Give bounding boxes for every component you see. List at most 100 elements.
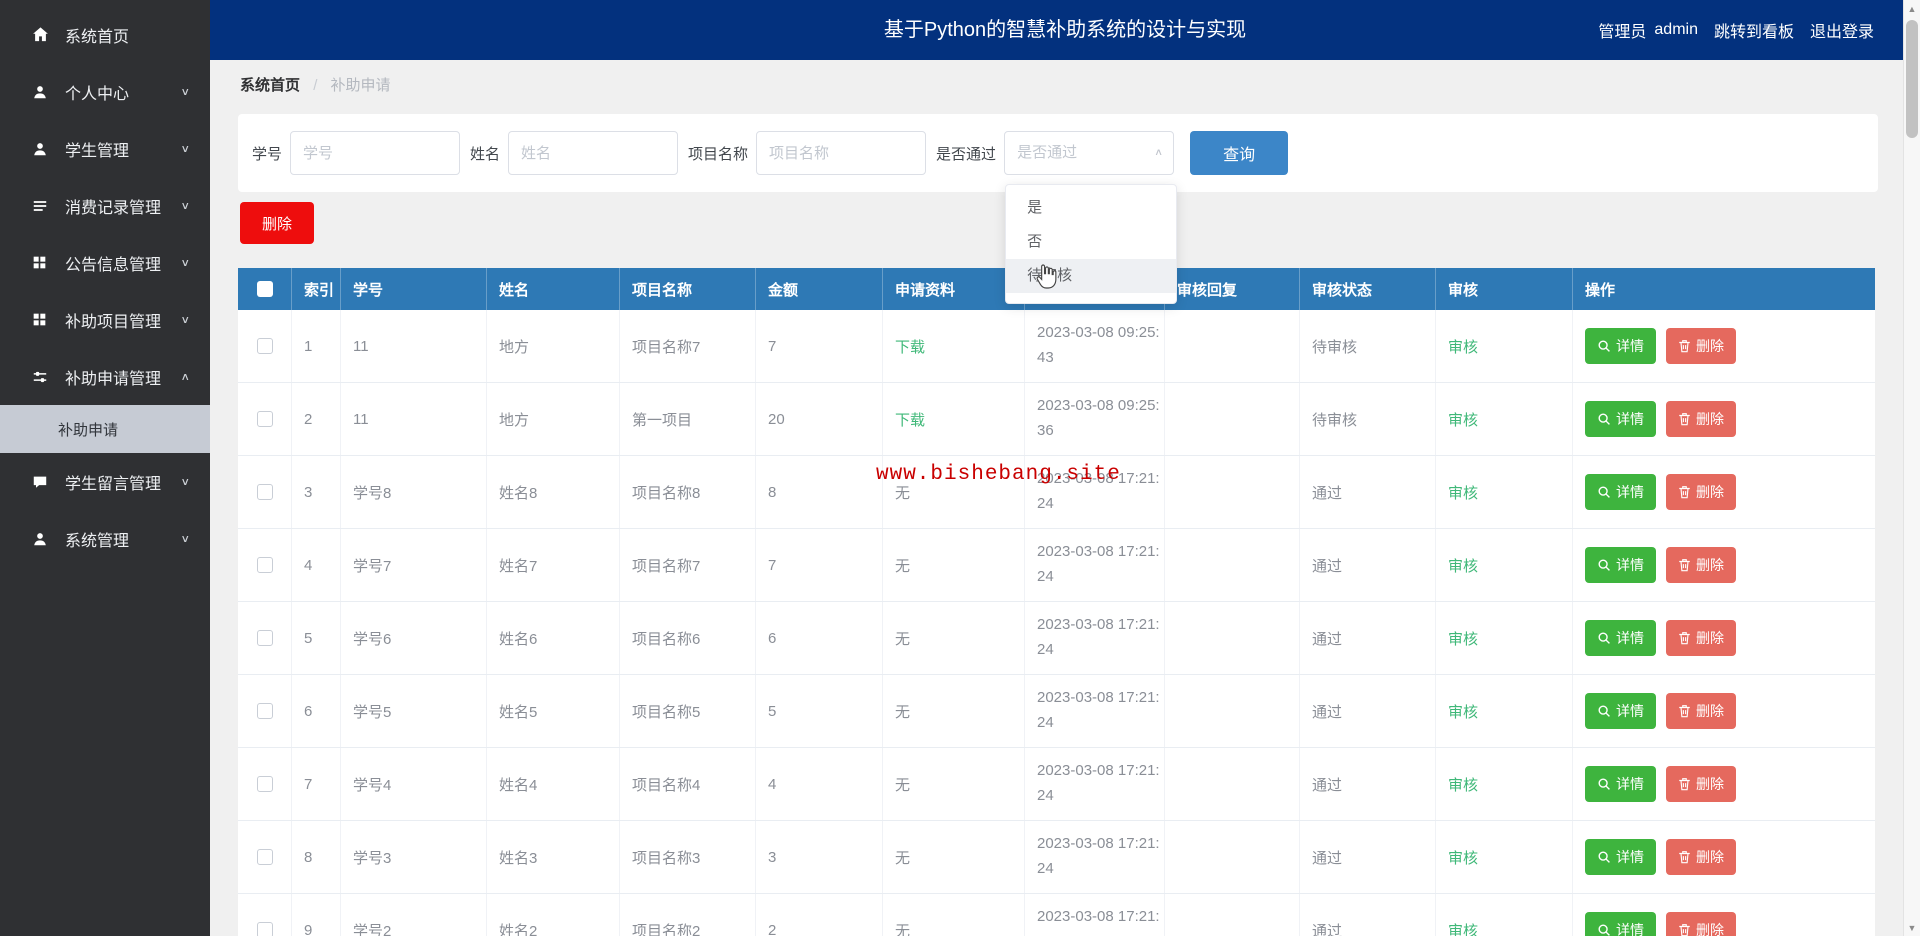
detail-button[interactable]: 详情 (1585, 693, 1656, 729)
scrollbar-thumb[interactable] (1906, 20, 1918, 138)
audit-link[interactable]: 审核 (1448, 847, 1478, 868)
row-checkbox[interactable] (256, 411, 273, 427)
download-link[interactable]: 下载 (895, 336, 925, 357)
detail-button[interactable]: 详情 (1585, 620, 1656, 656)
row-delete-button[interactable]: 删除 (1666, 912, 1736, 936)
audit-link[interactable]: 审核 (1448, 920, 1478, 936)
bulk-delete-button[interactable]: 删除 (240, 202, 315, 244)
audit-link[interactable]: 审核 (1448, 409, 1478, 430)
row-delete-button[interactable]: 删除 (1666, 693, 1736, 729)
cell-operations: 详情 删除 (1573, 821, 1875, 893)
cell-operations: 详情 删除 (1573, 529, 1875, 601)
row-delete-button[interactable]: 删除 (1666, 328, 1736, 364)
detail-button-label: 详情 (1616, 703, 1644, 719)
breadcrumb-home[interactable]: 系统首页 (240, 77, 300, 94)
chevron-up-icon: ∧ (1154, 146, 1164, 158)
row-delete-button[interactable]: 删除 (1666, 474, 1736, 510)
detail-button[interactable]: 详情 (1585, 839, 1656, 875)
audit-link[interactable]: 审核 (1448, 774, 1478, 795)
audit-link[interactable]: 审核 (1448, 336, 1478, 357)
sidebar-item-label: 系统管理 (65, 532, 130, 550)
delete-button-label: 删除 (1696, 849, 1724, 865)
row-delete-button[interactable]: 删除 (1666, 839, 1736, 875)
sidebar-item[interactable]: 个人中心 ∨ (0, 63, 210, 120)
detail-button[interactable]: 详情 (1585, 401, 1656, 437)
dropdown-option[interactable]: 是 (1006, 191, 1176, 225)
cell-student-no: 学号5 (341, 675, 487, 747)
row-delete-button[interactable]: 删除 (1666, 620, 1736, 656)
detail-button[interactable]: 详情 (1585, 912, 1656, 936)
scrollbar[interactable]: ▲ ▼ (1903, 0, 1920, 936)
detail-button[interactable]: 详情 (1585, 766, 1656, 802)
sidebar-item[interactable]: 学生留言管理 ∨ (0, 453, 210, 510)
detail-button[interactable]: 详情 (1585, 547, 1656, 583)
cell-project: 项目名称2 (620, 894, 756, 936)
logout-link[interactable]: 退出登录 (1810, 18, 1874, 42)
audit-link[interactable]: 审核 (1448, 482, 1478, 503)
row-checkbox[interactable] (256, 338, 273, 354)
detail-button[interactable]: 详情 (1585, 474, 1656, 510)
cell-project: 第一项目 (620, 383, 756, 455)
detail-button-label: 详情 (1616, 776, 1644, 792)
sidebar-item[interactable]: 系统首页 (0, 6, 210, 63)
row-checkbox[interactable] (256, 922, 273, 936)
student-no-input[interactable] (290, 131, 461, 175)
cell-name: 姓名7 (487, 529, 620, 601)
column-header: 姓名 (487, 268, 620, 310)
pass-status-select[interactable]: 是否通过 ∧ 是否待审核 (1004, 131, 1178, 304)
detail-button[interactable]: 详情 (1585, 328, 1656, 364)
row-checkbox[interactable] (256, 776, 273, 792)
dropdown-option[interactable]: 待审核 (1006, 259, 1177, 293)
sidebar-item[interactable]: 学生管理 ∨ (0, 120, 210, 177)
scroll-up-arrow[interactable]: ▲ (1904, 0, 1920, 17)
name-input[interactable] (508, 131, 679, 175)
search-button[interactable]: 查询 (1190, 131, 1289, 175)
scroll-down-arrow[interactable]: ▼ (1904, 919, 1920, 936)
magnifier-icon (1598, 924, 1610, 936)
row-delete-button[interactable]: 删除 (1666, 547, 1736, 583)
cell-apply-time: 2023-03-08 17:21:24 (1025, 821, 1165, 893)
select-all-checkbox[interactable] (256, 281, 273, 297)
audit-link[interactable]: 审核 (1448, 555, 1478, 576)
cell-project: 项目名称7 (620, 310, 756, 382)
chevron-down-icon: ∨ (180, 85, 190, 98)
cell-index: 4 (292, 529, 341, 601)
cell-review-status: 待审核 (1300, 383, 1436, 455)
audit-link[interactable]: 审核 (1448, 701, 1478, 722)
row-checkbox[interactable] (256, 630, 273, 646)
row-checkbox[interactable] (256, 703, 273, 719)
row-delete-button[interactable]: 删除 (1666, 766, 1736, 802)
download-link[interactable]: 下载 (895, 409, 925, 430)
detail-button-label: 详情 (1616, 338, 1644, 354)
mouse-cursor (1034, 263, 1057, 295)
sidebar-item[interactable]: 公告信息管理 ∨ (0, 234, 210, 291)
detail-button-label: 详情 (1616, 849, 1644, 865)
audit-link[interactable]: 审核 (1448, 628, 1478, 649)
cell-student-no: 11 (341, 310, 487, 382)
cell-apply-time: 2023-03-08 17:21:24 (1025, 602, 1165, 674)
cell-review-status: 通过 (1300, 675, 1436, 747)
cell-material: 下载 (883, 310, 1025, 382)
row-checkbox[interactable] (256, 484, 273, 500)
cell-review-status: 通过 (1300, 821, 1436, 893)
row-checkbox[interactable] (256, 557, 273, 573)
row-delete-button[interactable]: 删除 (1666, 401, 1736, 437)
cell-review-reply (1165, 748, 1300, 820)
sidebar-item[interactable]: 补助申请 (0, 405, 210, 453)
cell-audit: 审核 (1436, 675, 1573, 747)
project-name-input[interactable] (756, 131, 927, 175)
delete-button-label: 删除 (1696, 922, 1724, 936)
column-header: 项目名称 (620, 268, 756, 310)
sidebar-item[interactable]: 消费记录管理 ∨ (0, 177, 210, 234)
row-checkbox-cell (238, 456, 292, 528)
row-checkbox[interactable] (256, 849, 273, 865)
sidebar-item[interactable]: 系统管理 ∨ (0, 510, 210, 567)
sidebar-item[interactable]: 补助申请管理 ∧ (0, 348, 210, 405)
dropdown-option[interactable]: 否 (1006, 225, 1176, 259)
dashboard-link[interactable]: 跳转到看板 (1714, 18, 1794, 42)
table-row: 8 学号3 姓名3 项目名称3 3 无 2023-03-08 17:21:24 … (238, 821, 1875, 894)
cell-index: 9 (292, 894, 341, 936)
cell-audit: 审核 (1436, 456, 1573, 528)
sidebar-item[interactable]: 补助项目管理 ∨ (0, 291, 210, 348)
pass-status-dropdown: 是否待审核 (1005, 184, 1178, 304)
